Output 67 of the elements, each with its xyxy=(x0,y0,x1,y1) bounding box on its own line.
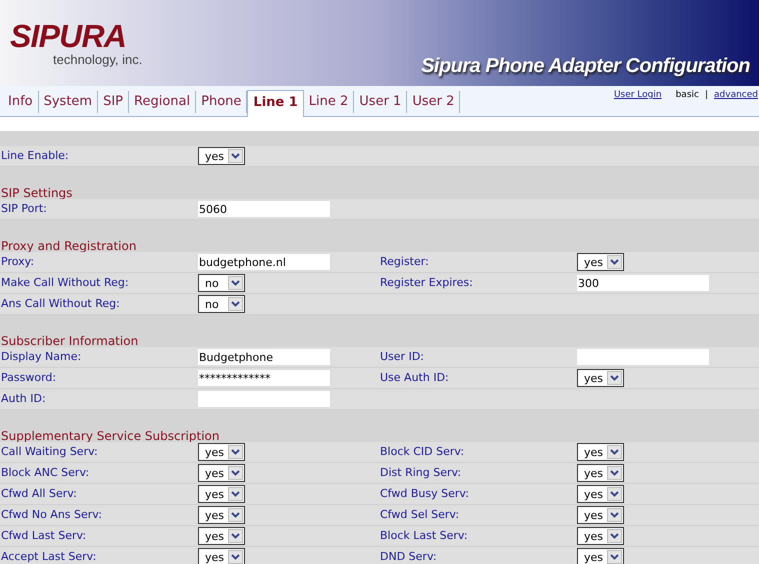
field-label: Proxy: xyxy=(1,254,36,270)
dropdown-select[interactable]: no xyxy=(198,295,245,313)
field-label: Auth ID: xyxy=(1,390,47,407)
field-label: Make Call Without Reg: xyxy=(1,274,130,291)
user-login-link[interactable]: User Login xyxy=(614,89,662,102)
field-label: User ID: xyxy=(380,348,425,365)
dropdown-select[interactable]: yes xyxy=(198,548,245,564)
nav-tab[interactable]: User 1 xyxy=(354,91,408,113)
separator-text: | xyxy=(704,89,708,102)
text-input[interactable]: budgetphone.nl xyxy=(198,254,330,270)
section-title: Proxy and Registration xyxy=(0,240,136,252)
field-label: Dist Ring Serv: xyxy=(380,464,462,481)
field-label: Block ANC Serv: xyxy=(1,464,90,481)
field-label: Call Waiting Serv: xyxy=(1,444,99,460)
dropdown-select[interactable]: yes xyxy=(198,147,245,165)
dropdown-select[interactable]: yes xyxy=(577,527,624,545)
dropdown-select[interactable]: yes xyxy=(198,527,245,545)
nav-tab[interactable]: Line 2 xyxy=(304,91,354,113)
dropdown-select[interactable]: yes xyxy=(577,464,624,482)
text-input[interactable] xyxy=(577,349,709,365)
logo-text: SIPURA xyxy=(10,20,128,52)
dropdown-select[interactable]: yes xyxy=(577,443,624,461)
text-input[interactable]: Budgetphone xyxy=(198,349,330,365)
nav-tab[interactable]: System xyxy=(38,91,98,113)
field-label: Use Auth ID: xyxy=(380,370,450,386)
mode-link[interactable]: basic xyxy=(676,89,699,102)
field-label: Cfwd Sel Serv: xyxy=(380,506,460,523)
field-label: Password: xyxy=(1,370,58,386)
text-input[interactable] xyxy=(198,391,330,407)
field-label: Block CID Serv: xyxy=(380,444,466,460)
section-title: Subscriber Information xyxy=(0,335,138,347)
dropdown-select[interactable]: yes xyxy=(577,369,624,387)
dropdown-select[interactable]: yes xyxy=(198,506,245,524)
field-label: Ans Call Without Reg: xyxy=(1,296,121,312)
dropdown-select[interactable]: yes xyxy=(577,253,624,271)
nav-tab[interactable]: Info xyxy=(3,91,39,113)
field-label: Display Name: xyxy=(1,348,82,365)
field-label: Register: xyxy=(380,254,430,270)
field-label: Accept Last Serv: xyxy=(1,548,98,564)
dropdown-select[interactable]: no xyxy=(198,274,245,292)
field-label: SIP Port: xyxy=(1,200,48,217)
field-label: Cfwd All Serv: xyxy=(1,486,78,502)
field-label: Cfwd No Ans Serv: xyxy=(1,506,103,523)
section-title: SIP Settings xyxy=(0,187,72,199)
dropdown-select[interactable]: yes xyxy=(198,464,245,482)
text-input[interactable]: 300 xyxy=(577,275,709,291)
section-title: Supplementary Service Subscription xyxy=(0,430,220,442)
field-label: Block Last Serv: xyxy=(380,528,469,544)
field-label: Cfwd Busy Serv: xyxy=(380,486,470,502)
mode-link[interactable]: advanced xyxy=(714,89,758,102)
field-label: DND Serv: xyxy=(380,548,438,564)
nav-tab[interactable]: SIP xyxy=(98,91,130,113)
dropdown-select[interactable]: yes xyxy=(577,485,624,503)
text-input[interactable]: 5060 xyxy=(198,201,330,217)
field-label: Line Enable: xyxy=(1,148,70,164)
nav-tab[interactable]: Line 1 xyxy=(247,90,304,117)
banner-title: Sipura Phone Adapter Configuration xyxy=(421,54,750,79)
dropdown-select[interactable]: yes xyxy=(577,506,624,524)
field-label: Register Expires: xyxy=(380,274,474,291)
logo-subtitle: technology, inc. xyxy=(52,52,142,68)
dropdown-select[interactable]: yes xyxy=(577,548,624,564)
field-label: Cfwd Last Serv: xyxy=(1,528,88,544)
nav-tab[interactable]: User 2 xyxy=(407,91,460,113)
nav-tab[interactable]: Regional xyxy=(129,91,196,113)
dropdown-select[interactable]: yes xyxy=(198,443,245,461)
text-input[interactable]: ************* xyxy=(198,370,330,386)
dropdown-select[interactable]: yes xyxy=(198,485,245,503)
